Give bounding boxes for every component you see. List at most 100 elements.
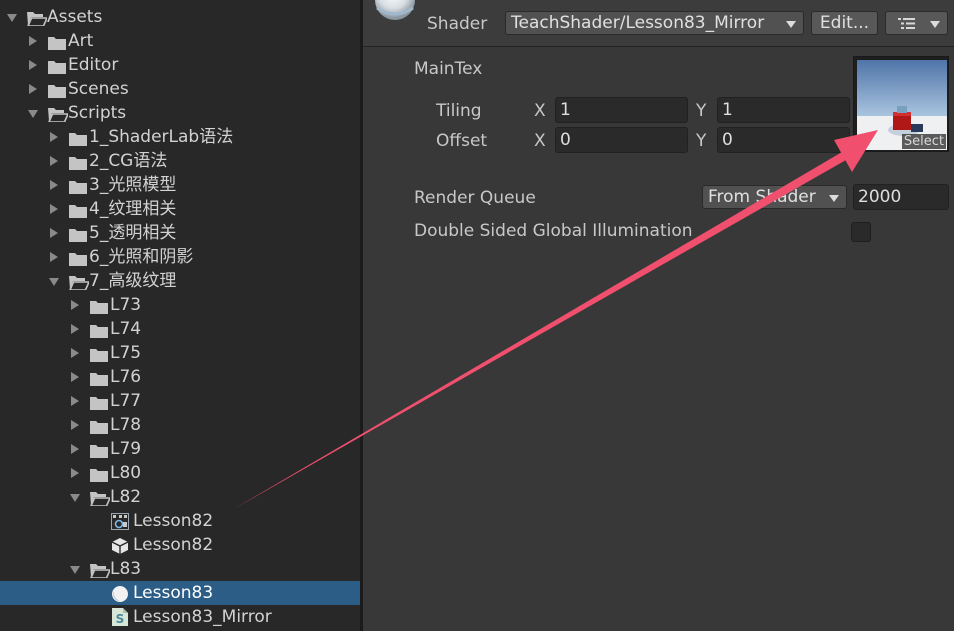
- expand-right-icon[interactable]: [71, 444, 79, 454]
- project-tree-panel: Assets Art Editor Scenes Scripts 1_ShaderLab语…: [0, 0, 360, 631]
- tree-row[interactable]: Lesson82: [0, 509, 360, 533]
- tree-row-label: 2_CG语法: [89, 151, 168, 171]
- offset-y-field[interactable]: 0: [717, 127, 850, 153]
- expand-right-icon[interactable]: [50, 228, 58, 238]
- tree-row-label: Lesson82: [133, 511, 214, 531]
- tree-row-label: Assets: [47, 7, 103, 27]
- tree-row-label: L76: [110, 367, 142, 387]
- double-sided-gi-checkbox[interactable]: [851, 222, 871, 242]
- tree-row-label: 6_光照和阴影: [89, 247, 194, 267]
- tiling-x-field[interactable]: 1: [555, 97, 688, 123]
- tree-row-label: L79: [110, 439, 142, 459]
- expand-right-icon[interactable]: [71, 348, 79, 358]
- shader-bar: Shader TeachShader/Lesson83_Mirror Edit.…: [363, 0, 954, 47]
- offset-y-label[interactable]: Y: [696, 130, 706, 152]
- expand-right-icon[interactable]: [50, 204, 58, 214]
- tree-row[interactable]: Assets: [0, 5, 360, 29]
- expand-right-icon[interactable]: [71, 300, 79, 310]
- expand-down-icon[interactable]: [28, 110, 38, 118]
- expand-down-icon[interactable]: [49, 278, 59, 286]
- expand-right-icon[interactable]: [71, 468, 79, 478]
- edit-shader-button[interactable]: Edit...: [811, 11, 878, 35]
- tree-row[interactable]: Lesson82: [0, 533, 360, 557]
- offset-label: Offset: [436, 131, 488, 151]
- tree-row[interactable]: 5_透明相关: [0, 221, 360, 245]
- tree-row-label: L73: [110, 295, 142, 315]
- tree-row-label: L74: [110, 319, 142, 339]
- tree-row[interactable]: L79: [0, 437, 360, 461]
- render-queue-value-field[interactable]: 2000: [853, 184, 949, 210]
- double-sided-gi-label: Double Sided Global Illumination: [414, 221, 693, 241]
- expand-right-icon[interactable]: [50, 180, 58, 190]
- expand-down-icon[interactable]: [7, 14, 17, 22]
- tree-row-label: 1_ShaderLab语法: [89, 127, 234, 147]
- expand-right-icon[interactable]: [71, 420, 79, 430]
- tree-row-label: Art: [68, 31, 94, 51]
- tiling-y-field[interactable]: 1: [717, 97, 850, 123]
- tree-row[interactable]: S Lesson83_Mirror: [0, 605, 360, 629]
- tree-row[interactable]: 1_ShaderLab语法: [0, 125, 360, 149]
- expand-right-icon[interactable]: [50, 156, 58, 166]
- tree-row-label: 3_光照模型: [89, 175, 177, 195]
- tree-row[interactable]: 7_高级纹理: [0, 269, 360, 293]
- tree-row[interactable]: L83: [0, 557, 360, 581]
- tiling-x-label[interactable]: X: [534, 100, 546, 122]
- expand-down-icon[interactable]: [70, 494, 80, 502]
- tree-row-label: 4_纹理相关: [89, 199, 177, 219]
- tree-row[interactable]: L78: [0, 413, 360, 437]
- tiling-y-label[interactable]: Y: [696, 100, 706, 122]
- tree-row-label: L75: [110, 343, 142, 363]
- tree-row-label: L80: [110, 463, 142, 483]
- tree-row[interactable]: Editor: [0, 53, 360, 77]
- tree-row[interactable]: L77: [0, 389, 360, 413]
- render-queue-dropdown-value: From Shader: [708, 187, 816, 207]
- tree-row-label: Lesson83_Mirror: [133, 607, 272, 627]
- maintex-texture-slot[interactable]: Select: [853, 56, 949, 152]
- tree-row[interactable]: L73: [0, 293, 360, 317]
- tree-row-label: L78: [110, 415, 142, 435]
- tree-row[interactable]: Art: [0, 29, 360, 53]
- tree-row[interactable]: L74: [0, 317, 360, 341]
- render-queue-label: Render Queue: [414, 188, 536, 208]
- chevron-down-icon: [829, 195, 839, 202]
- tree-row[interactable]: Scripts: [0, 101, 360, 125]
- maintex-label: MainTex: [414, 59, 483, 79]
- shader-menu-button[interactable]: [885, 11, 948, 35]
- tree-row-label: 7_高级纹理: [89, 271, 177, 291]
- tree-row[interactable]: L75: [0, 341, 360, 365]
- expand-right-icon[interactable]: [71, 396, 79, 406]
- expand-right-icon[interactable]: [29, 60, 37, 70]
- tree-row[interactable]: L80: [0, 461, 360, 485]
- tree-row[interactable]: 4_纹理相关: [0, 197, 360, 221]
- list-menu-icon: [898, 18, 915, 29]
- expand-right-icon[interactable]: [50, 132, 58, 142]
- tree-row[interactable]: 2_CG语法: [0, 149, 360, 173]
- shader-dropdown-value: TeachShader/Lesson83_Mirror: [511, 13, 765, 33]
- svg-text:S: S: [116, 612, 125, 626]
- tree-row[interactable]: L82: [0, 485, 360, 509]
- shader-dropdown[interactable]: TeachShader/Lesson83_Mirror: [505, 11, 804, 35]
- expand-right-icon[interactable]: [29, 36, 37, 46]
- offset-x-field[interactable]: 0: [555, 127, 688, 153]
- tiling-label: Tiling: [436, 101, 482, 121]
- texture-select-button[interactable]: Select: [901, 134, 946, 149]
- tree-row-label: Scenes: [68, 79, 129, 99]
- offset-x-label[interactable]: X: [534, 130, 546, 152]
- tree-row-label: L82: [110, 487, 142, 507]
- render-queue-dropdown[interactable]: From Shader: [702, 185, 847, 209]
- tree-row[interactable]: Scenes: [0, 77, 360, 101]
- tree-row[interactable]: 6_光照和阴影: [0, 245, 360, 269]
- tree-row[interactable]: Lesson83: [0, 581, 360, 605]
- tree-row[interactable]: 3_光照模型: [0, 173, 360, 197]
- inspector-panel: Shader TeachShader/Lesson83_Mirror Edit.…: [363, 0, 954, 631]
- expand-right-icon[interactable]: [50, 252, 58, 262]
- tree-row-label: Lesson82: [133, 535, 214, 555]
- expand-right-icon[interactable]: [29, 84, 37, 94]
- chevron-down-icon: [786, 21, 796, 28]
- tree-row[interactable]: L76: [0, 365, 360, 389]
- expand-down-icon[interactable]: [70, 566, 80, 574]
- tree-row-label: 5_透明相关: [89, 223, 177, 243]
- tree-row-label: Scripts: [68, 103, 127, 123]
- expand-right-icon[interactable]: [71, 372, 79, 382]
- expand-right-icon[interactable]: [71, 324, 79, 334]
